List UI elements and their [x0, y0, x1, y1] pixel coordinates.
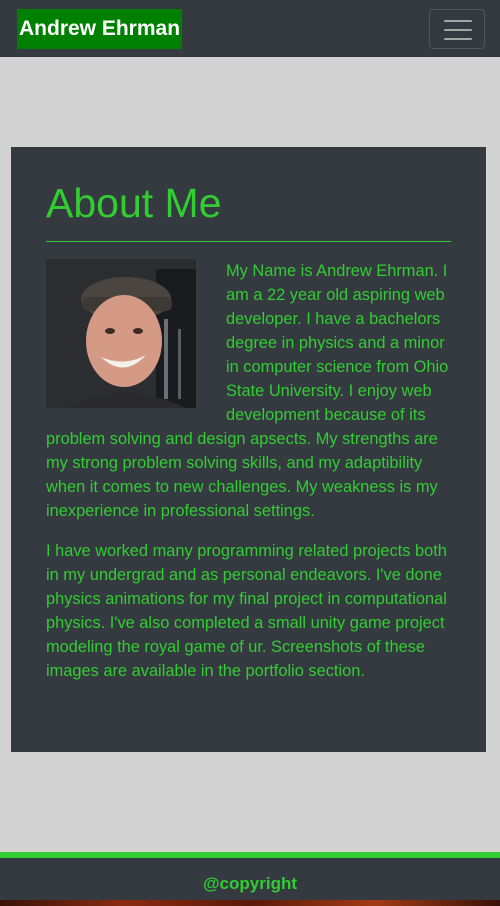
navbar-toggle-button[interactable]: [429, 9, 485, 49]
about-title: About Me: [46, 180, 222, 226]
brand-link[interactable]: Andrew Ehrman: [17, 9, 183, 49]
copyright-text: @copyright: [202, 874, 298, 893]
background-image-strip: [0, 900, 500, 906]
about-paragraph-2: I have worked many programming related p…: [46, 542, 447, 680]
footer: @copyright: [0, 852, 500, 906]
navbar: Andrew Ehrman: [0, 0, 500, 57]
profile-photo: [46, 259, 196, 408]
about-section: About Me My Name is Andrew Ehrman. I am …: [11, 147, 486, 752]
about-body: My Name is Andrew Ehrman. I am a 22 year…: [46, 259, 451, 699]
hamburger-menu-icon: [444, 19, 472, 41]
title-divider: [46, 241, 451, 242]
